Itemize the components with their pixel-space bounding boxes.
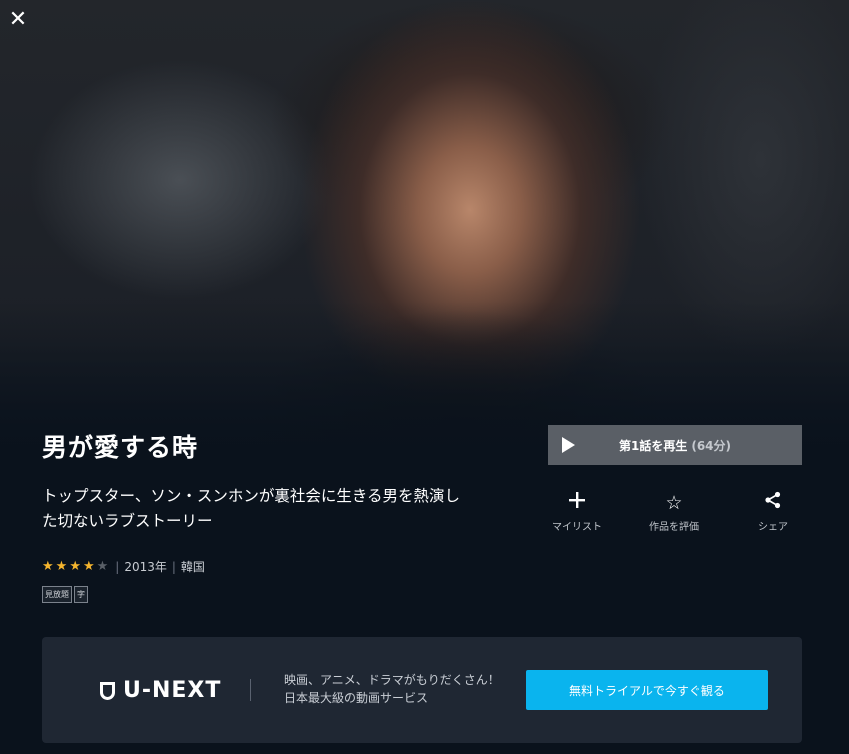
star-outline-icon: ☆	[665, 492, 683, 514]
star-empty-icon: ★	[96, 559, 109, 574]
star-filled-icon: ★	[69, 559, 81, 574]
play-icon	[562, 437, 575, 453]
close-icon[interactable]: ✕	[8, 9, 28, 31]
rate-button[interactable]: ☆ 作品を評価	[634, 490, 714, 533]
meta-row: ★ ★ ★ ★ ★ | 2013年 | 韓国	[42, 558, 205, 575]
year: 2013年	[124, 560, 167, 574]
badges: 見放題 字	[42, 586, 88, 603]
divider: |	[171, 559, 176, 574]
divider: |	[115, 559, 120, 574]
star-filled-icon: ★	[82, 559, 95, 574]
share-button[interactable]: シェア	[733, 490, 813, 533]
promo-banner: U-NEXT 映画、アニメ、ドラマがもりだくさん！ 日本最大級の動画サービス 無…	[42, 637, 802, 743]
play-label: 第1話を再生	[618, 438, 688, 453]
play-duration: (64分)	[691, 438, 732, 453]
badge-subtitle: 字	[74, 586, 88, 603]
badge-unlimited: 見放題	[42, 586, 72, 603]
plus-icon	[537, 490, 617, 516]
rating-stars: ★ ★ ★ ★ ★	[42, 559, 110, 574]
logo-text: U-NEXT	[123, 678, 222, 703]
unext-logo: U-NEXT	[100, 678, 221, 703]
mylist-label: マイリスト	[552, 522, 602, 533]
page-title: 男が愛する時	[42, 433, 199, 462]
country: 韓国	[180, 560, 205, 574]
star-filled-icon: ★	[55, 559, 68, 574]
promo-line-1: 映画、アニメ、ドラマがもりだくさん！	[284, 673, 500, 687]
promo-text: 映画、アニメ、ドラマがもりだくさん！ 日本最大級の動画サービス	[284, 671, 500, 707]
free-trial-button[interactable]: 無料トライアルで今すぐ観る	[526, 670, 768, 710]
share-icon	[733, 490, 813, 516]
mylist-button[interactable]: マイリスト	[537, 490, 617, 533]
action-bar: マイリスト ☆ 作品を評価 シェア	[0, 490, 849, 540]
star-filled-icon: ★	[42, 559, 54, 574]
unext-shield-icon	[100, 681, 115, 700]
promo-line-2: 日本最大級の動画サービス	[284, 691, 429, 705]
rate-label: 作品を評価	[649, 522, 699, 533]
share-label: シェア	[758, 522, 788, 533]
play-episode-button[interactable]: 第1話を再生 (64分)	[548, 425, 802, 465]
divider	[250, 679, 251, 701]
